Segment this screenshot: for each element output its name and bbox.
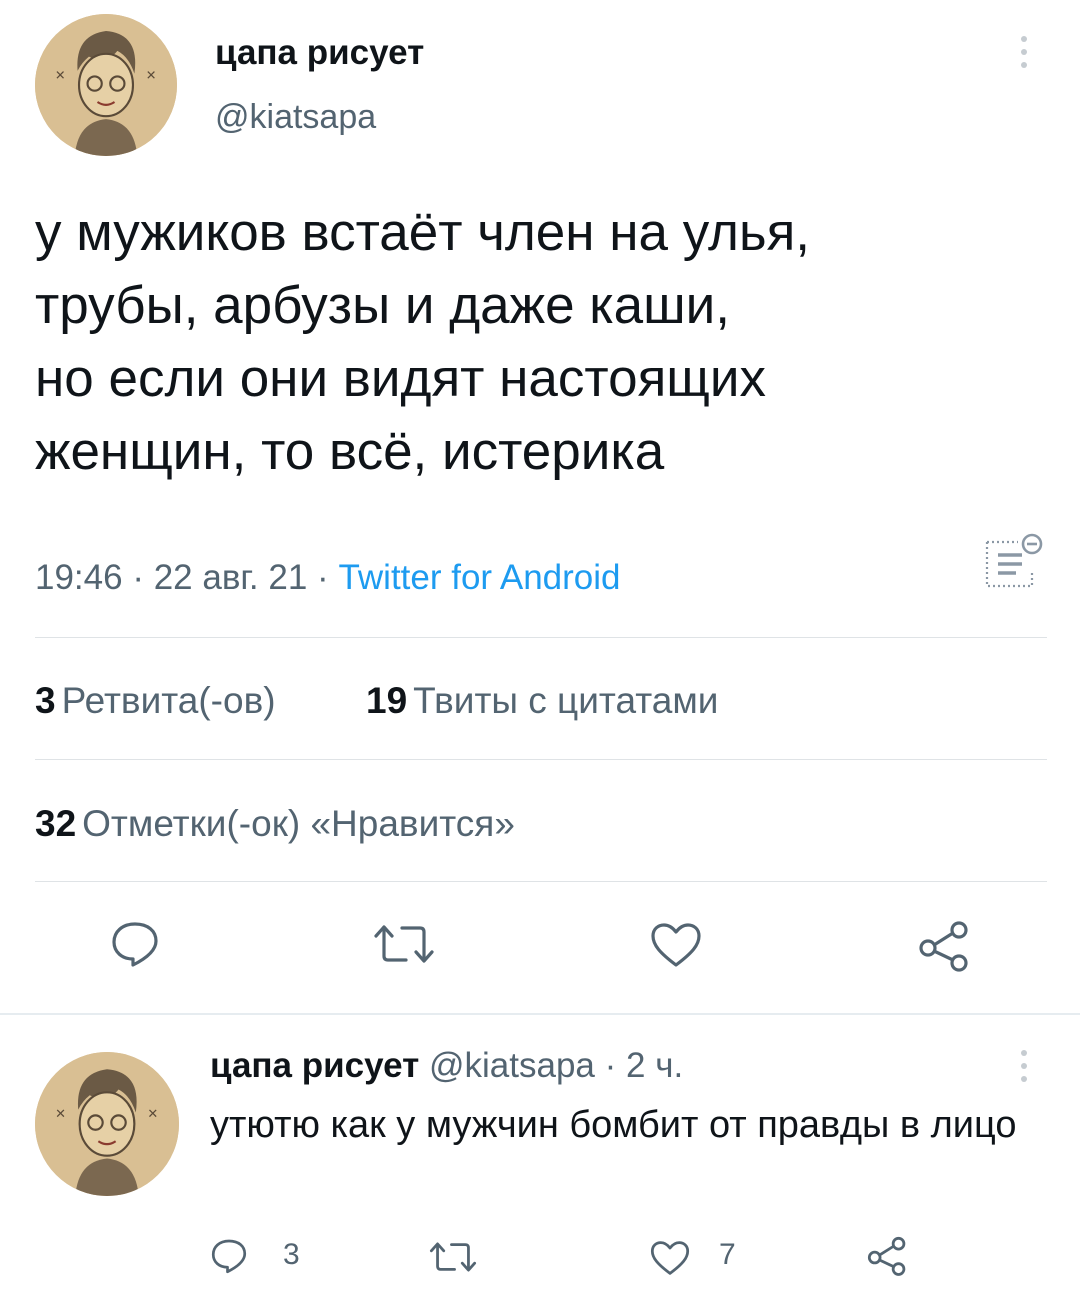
retweet-icon[interactable] [372,922,436,966]
divider [35,881,1047,882]
svg-text:✕: ✕ [55,1107,66,1122]
likes-count: 32 [35,803,77,844]
retweets-count: 3 [35,680,56,721]
likes-label: Отметки(-ок) «Нравится» [82,803,515,844]
tweet-text-line: но если они видят настоящих [35,349,766,408]
avatar-drawing-icon: ✕ ✕ [35,1052,179,1196]
reply-separator: · [604,1046,617,1085]
reply-author-handle[interactable]: @kiatsapa [429,1046,595,1085]
quotes-label: Твиты с цитатами [413,680,719,721]
reply-author-avatar[interactable]: ✕ ✕ [35,1052,179,1196]
reply-header: цапа рисует @kiatsapa · 2 ч. [210,1046,683,1086]
tweet-source-link[interactable]: Twitter for Android [338,558,620,597]
svg-text:✕: ✕ [55,68,66,83]
tweet-time: 19:46 [35,558,123,597]
author-name[interactable]: цапа рисует [215,33,424,73]
reply-replies-count: 3 [283,1238,300,1271]
meta-separator: · [132,558,144,597]
divider [35,759,1047,760]
reply-more-options-icon[interactable] [1017,1050,1031,1082]
reply-likes-count: 7 [719,1238,736,1271]
reply-retweet-icon[interactable] [428,1240,478,1274]
retweets-label: Ретвита(-ов) [61,680,276,721]
share-icon[interactable] [917,920,971,972]
view-analytics-icon[interactable] [982,530,1048,599]
svg-text:✕: ✕ [146,68,157,83]
quotes-count: 19 [366,680,408,721]
reply-time: 2 ч. [626,1046,684,1085]
author-avatar[interactable]: ✕ ✕ [35,14,177,156]
retweets-stat[interactable]: 3 Ретвита(-ов) [35,680,276,722]
like-icon[interactable] [650,922,702,968]
tweet-text-line: трубы, арбузы и даже каши, [35,276,730,335]
reply-like-icon[interactable] [650,1240,690,1276]
meta-separator: · [317,558,329,597]
tweet-text-line: у мужиков встаёт член на улья, [35,203,811,262]
tweet-text-line: женщин, то всё, истерика [35,422,665,481]
svg-text:✕: ✕ [147,1107,158,1122]
quotes-stat[interactable]: 19 Твиты с цитатами [366,680,718,722]
more-options-icon[interactable] [1017,36,1031,68]
reply-author-name[interactable]: цапа рисует [210,1046,419,1085]
likes-stat[interactable]: 32 Отметки(-ок) «Нравится» [35,803,515,845]
section-divider [0,1013,1080,1015]
tweet-meta: 19:46 · 22 авг. 21 · Twitter for Android [35,558,621,598]
reply-icon[interactable] [110,920,160,968]
reply-text: утютю как у мужчин бомбит от правды в ли… [210,1104,1017,1146]
author-handle[interactable]: @kiatsapa [215,98,376,137]
reply-share-icon[interactable] [866,1236,908,1276]
tweet-date: 22 авг. 21 [153,558,308,597]
avatar-drawing-icon: ✕ ✕ [35,14,177,156]
divider [35,637,1047,638]
reply-reply-icon[interactable] [210,1238,248,1274]
tweet-text: у мужиков встаёт член на улья, трубы, ар… [35,196,1025,488]
